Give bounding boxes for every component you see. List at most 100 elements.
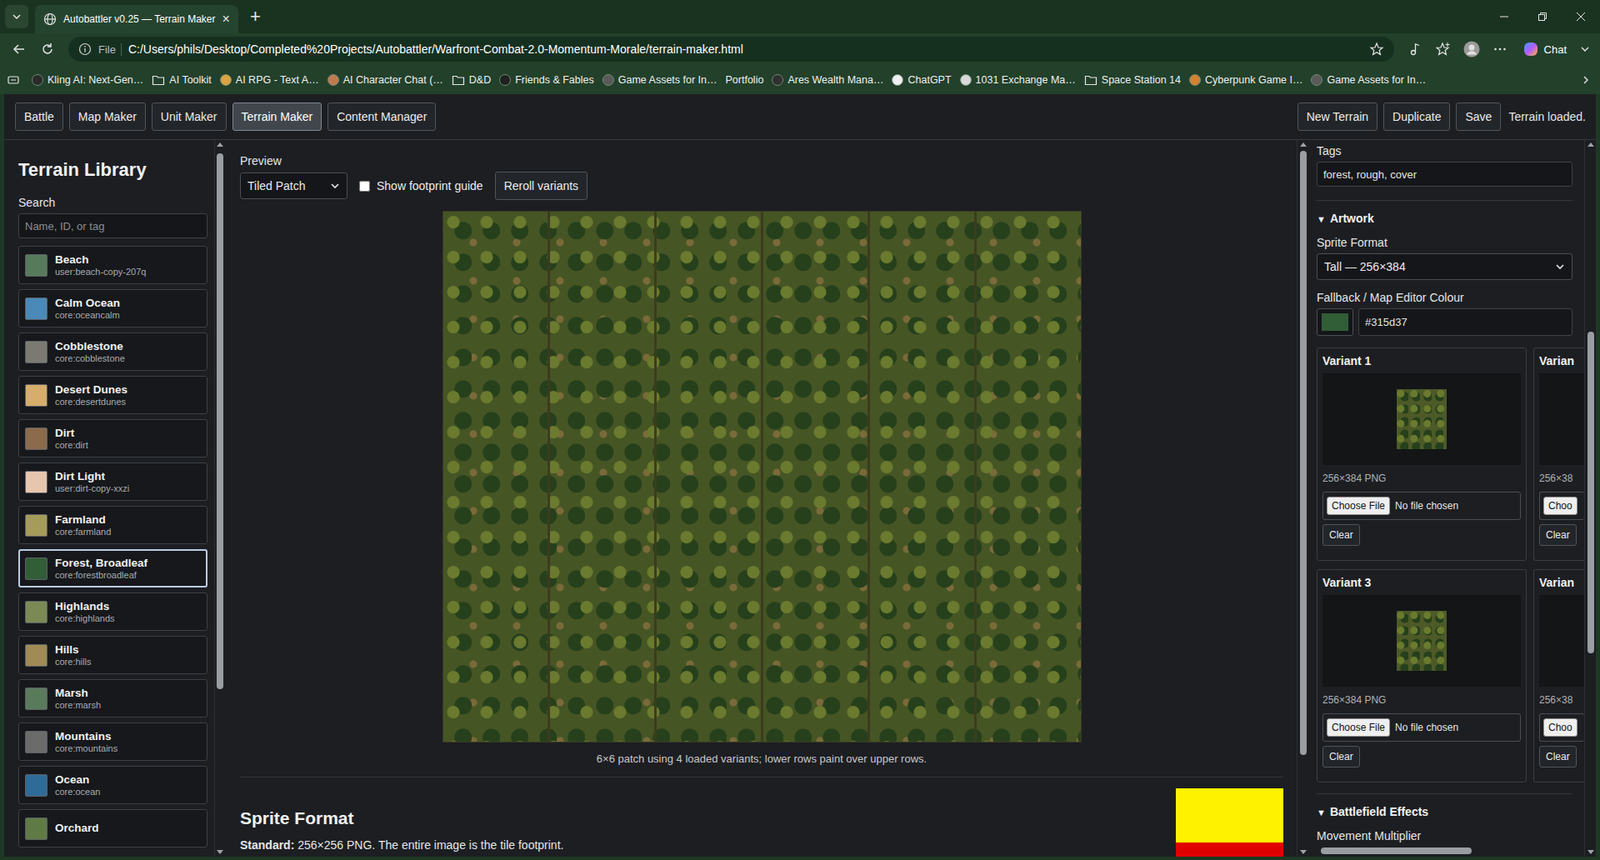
more-button[interactable] [1487, 36, 1513, 62]
bookmark[interactable]: Ares Wealth Mana… [768, 69, 887, 91]
bookmark-label: AI Character Chat (… [343, 74, 444, 86]
bookmark[interactable]: Space Station 14 [1080, 69, 1185, 91]
terrain-item[interactable]: Mountainscore:mountains [18, 722, 208, 761]
terrain-item[interactable]: Forest, Broadleafcore:forestbroadleaf [18, 549, 208, 588]
terrain-item[interactable]: Dirt Lightuser:dirt-copy-xxzi [18, 462, 208, 501]
choose-file-button[interactable]: Choo [1543, 718, 1578, 737]
close-window-button[interactable] [1561, 0, 1600, 34]
clear-button[interactable]: Clear [1539, 745, 1577, 768]
nav-tab[interactable]: Content Manager [327, 102, 436, 131]
colour-input[interactable] [1358, 308, 1573, 336]
tags-input[interactable] [1316, 161, 1573, 187]
terrain-item[interactable]: Farmlandcore:farmland [18, 505, 208, 545]
clear-button[interactable]: Clear [1322, 745, 1360, 768]
bookmark[interactable]: Game Assets for In… [1307, 69, 1430, 91]
scroll-thumb[interactable] [1587, 331, 1595, 654]
chevron-down-icon [330, 180, 340, 191]
back-button[interactable] [6, 36, 32, 62]
terrain-item[interactable]: Calm Oceancore:oceancalm [18, 289, 208, 328]
bookmark[interactable]: AI Character Chat (… [324, 69, 447, 91]
bookmark[interactable]: Game Assets for In… [599, 69, 721, 91]
terrain-swatch [25, 427, 48, 450]
bookmark[interactable]: Kling AI: Next-Gen… [28, 69, 147, 91]
address-bar[interactable]: FileC:/Users/phils/Desktop/Completed%20P… [68, 36, 1395, 62]
minimize-button[interactable] [1485, 0, 1524, 34]
bookmark[interactable]: ChatGPT [888, 69, 955, 91]
refresh-button[interactable] [35, 36, 60, 62]
tab-actions-button[interactable] [5, 5, 29, 29]
action-button[interactable]: Save [1455, 102, 1501, 131]
preview-label: Preview [240, 153, 1284, 169]
terrain-library: Terrain LibrarySearchBeachuser:beach-cop… [4, 140, 215, 857]
nav-tab[interactable]: Terrain Maker [232, 102, 323, 131]
copilot-menu-button[interactable] [1576, 36, 1594, 62]
extension-button[interactable] [1402, 36, 1428, 62]
bookmark[interactable]: 1031 Exchange Ma… [956, 69, 1080, 91]
restore-button[interactable] [1523, 0, 1562, 34]
preview-scrollbar[interactable] [1296, 140, 1309, 857]
checkbox[interactable] [359, 180, 370, 192]
preview-mode-select[interactable]: Tiled Patch [240, 172, 348, 200]
clear-button[interactable]: Clear [1539, 524, 1577, 546]
terrain-swatch [25, 730, 48, 754]
bookmark[interactable]: AI Toolkit [148, 69, 215, 91]
favorite-star-icon[interactable] [1369, 41, 1385, 57]
sidebar-scrollbar[interactable] [214, 140, 225, 857]
footprint-guide-checkbox[interactable]: Show footprint guide [359, 179, 484, 193]
action-button[interactable]: New Terrain [1297, 102, 1378, 131]
nav-tab[interactable]: Battle [15, 102, 64, 131]
bookmark[interactable]: Cyberpunk Game I… [1185, 69, 1306, 91]
bookmark[interactable]: Portfolio [722, 69, 768, 91]
close-tab-button[interactable]: × [222, 12, 230, 26]
horizontal-scrollbar[interactable] [1308, 845, 1585, 857]
variant-card: Variant 1256×384 PNGChoose FileNo file c… [1316, 347, 1527, 561]
terrain-item[interactable]: Beachuser:beach-copy-207q [18, 245, 208, 285]
scroll-thumb[interactable] [1300, 150, 1307, 755]
bookmark-label: Friends & Fables [515, 74, 594, 86]
search-input[interactable] [18, 213, 208, 239]
chevron-right-icon[interactable] [1580, 74, 1592, 86]
editor-scrollbar[interactable] [1584, 140, 1596, 857]
terrain-item[interactable]: Cobblestonecore:cobblestone [18, 332, 208, 371]
colour-picker[interactable] [1316, 308, 1354, 336]
refresh-icon [40, 41, 55, 57]
bookmark[interactable]: D&D [448, 69, 495, 91]
bookmark[interactable]: Friends & Fables [495, 69, 597, 91]
action-button[interactable]: Duplicate [1383, 102, 1450, 131]
scroll-thumb[interactable] [216, 153, 224, 690]
terrain-id: core:oceancalm [55, 310, 120, 321]
terrain-item[interactable]: Orchard [18, 809, 208, 848]
terrain-item[interactable]: Hillscore:hills [18, 635, 208, 675]
reroll-button[interactable]: Reroll variants [495, 171, 588, 200]
choose-file-button[interactable]: Choo [1543, 496, 1578, 515]
new-tab-button[interactable]: + [250, 5, 261, 29]
expand-toggle: ▼ [1316, 214, 1326, 225]
nav-tab[interactable]: Map Maker [69, 102, 146, 131]
terrain-item[interactable]: Desert Dunescore:desertdunes [18, 375, 208, 415]
browser-tab[interactable]: Autobattler v0.25 — Terrain Maker× [35, 5, 239, 34]
file-input[interactable]: Choose FileNo file chosen [1322, 713, 1521, 742]
profile-button[interactable] [1459, 36, 1485, 62]
clear-button[interactable]: Clear [1322, 524, 1360, 546]
bookmark[interactable]: AI RPG - Text A… [216, 69, 323, 91]
terrain-item[interactable]: Oceancore:ocean [18, 765, 208, 805]
file-input[interactable]: Choo [1539, 491, 1585, 520]
bookmarks-menu-icon[interactable] [6, 73, 20, 87]
file-input[interactable]: Choose FileNo file chosen [1322, 491, 1521, 520]
bookmark-label: ChatGPT [907, 74, 951, 86]
favorites-button[interactable] [1430, 36, 1456, 62]
terrain-item[interactable]: Dirtcore:dirt [18, 419, 208, 458]
choose-file-button[interactable]: Choose File [1326, 496, 1390, 515]
nav-tab[interactable]: Unit Maker [151, 102, 227, 131]
battlefield-section-toggle[interactable]: ▼Battlefield Effects [1316, 804, 1573, 820]
variant-title: Varian [1539, 353, 1585, 369]
file-input[interactable]: Choo [1539, 713, 1585, 742]
terrain-item[interactable]: Marshcore:marsh [18, 679, 208, 718]
choose-file-button[interactable]: Choose File [1326, 718, 1390, 737]
scroll-thumb[interactable] [1320, 847, 1472, 855]
artwork-section-toggle[interactable]: ▼Artwork [1316, 210, 1573, 227]
site-favicon-icon [602, 74, 615, 86]
sprite-format-select[interactable]: Tall — 256×384 [1316, 253, 1573, 280]
copilot-chat-button[interactable]: Chat [1515, 36, 1574, 62]
terrain-item[interactable]: Highlandscore:highlands [18, 592, 208, 631]
